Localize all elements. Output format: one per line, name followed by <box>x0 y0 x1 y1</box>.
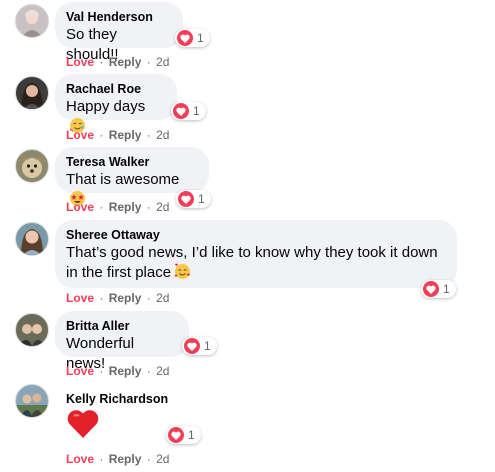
reply-button[interactable]: Reply <box>109 452 142 466</box>
separator: · <box>99 200 104 214</box>
comment-text: That is awesome <box>66 171 180 188</box>
love-button[interactable]: Love <box>66 364 94 378</box>
reaction-count: 1 <box>188 428 195 442</box>
separator: · <box>99 55 104 69</box>
reply-button[interactable]: Reply <box>109 55 142 69</box>
love-reaction-icon <box>168 427 184 443</box>
separator: · <box>146 364 151 378</box>
comment-text-row: in the first place <box>66 263 445 286</box>
comment-actions: Love · Reply · 2d <box>66 200 169 214</box>
reaction-count: 1 <box>193 104 200 118</box>
comment-text-line2: in the first place <box>66 264 172 281</box>
timestamp[interactable]: 2d <box>156 452 169 466</box>
comment-text: Happy days <box>66 98 146 115</box>
comment-actions: Love · Reply · 2d <box>66 364 169 378</box>
avatar[interactable] <box>15 76 49 110</box>
comment-bubble: Britta Aller Wonderful news! <box>55 311 189 372</box>
comment-actions: Love · Reply · 2d <box>66 452 169 466</box>
timestamp[interactable]: 2d <box>156 291 169 305</box>
love-reaction-icon <box>178 191 194 207</box>
reply-button[interactable]: Reply <box>109 128 142 142</box>
love-button[interactable]: Love <box>66 452 94 466</box>
love-reaction-icon <box>177 30 193 46</box>
reaction-badge[interactable]: 1 <box>166 426 201 444</box>
timestamp[interactable]: 2d <box>156 200 169 214</box>
timestamp[interactable]: 2d <box>156 128 169 142</box>
separator: · <box>99 364 104 378</box>
reaction-count: 1 <box>443 282 450 296</box>
separator: · <box>99 291 104 305</box>
comment-bubble: Rachael Roe Happy days <box>55 74 177 133</box>
avatar[interactable] <box>15 149 49 183</box>
comment-actions: Love · Reply · 2d <box>66 55 169 69</box>
timestamp[interactable]: 2d <box>156 364 169 378</box>
comment-author[interactable]: Britta Aller <box>66 318 177 334</box>
comment-author[interactable]: Teresa Walker <box>66 154 197 170</box>
red-heart-icon <box>66 408 100 444</box>
reply-button[interactable]: Reply <box>109 291 142 305</box>
reaction-badge[interactable]: 1 <box>176 190 211 208</box>
comment-bubble: Val Henderson So they should!! <box>55 2 183 63</box>
separator: · <box>146 291 151 305</box>
reaction-badge[interactable]: 1 <box>182 337 217 355</box>
reaction-badge[interactable]: 1 <box>171 102 206 120</box>
avatar[interactable] <box>15 222 49 256</box>
reaction-count: 1 <box>204 339 211 353</box>
love-button[interactable]: Love <box>66 291 94 305</box>
love-button[interactable]: Love <box>66 128 94 142</box>
love-reaction-icon <box>184 338 200 354</box>
comment-bubble: Sheree Ottaway That’s good news, I’d lik… <box>55 220 457 288</box>
avatar[interactable] <box>15 313 49 347</box>
love-button[interactable]: Love <box>66 55 94 69</box>
comment-author[interactable]: Rachael Roe <box>66 81 165 97</box>
reply-button[interactable]: Reply <box>109 200 142 214</box>
comment-actions: Love · Reply · 2d <box>66 291 169 305</box>
comment-author[interactable]: Sheree Ottaway <box>66 227 445 243</box>
separator: · <box>146 55 151 69</box>
separator: · <box>99 452 104 466</box>
reaction-count: 1 <box>198 192 205 206</box>
love-reaction-icon <box>173 103 189 119</box>
separator: · <box>146 200 151 214</box>
reaction-count: 1 <box>197 31 204 45</box>
comment-author[interactable]: Kelly Richardson <box>66 391 168 407</box>
reaction-badge[interactable]: 1 <box>175 29 210 47</box>
comment-actions: Love · Reply · 2d <box>66 128 169 142</box>
smiling-face-with-hearts-icon <box>174 263 191 286</box>
love-button[interactable]: Love <box>66 200 94 214</box>
avatar[interactable] <box>15 4 49 38</box>
comment-text: That’s good news, I’d like to know why t… <box>66 244 438 261</box>
comment-author[interactable]: Val Henderson <box>66 9 171 25</box>
reply-button[interactable]: Reply <box>109 364 142 378</box>
love-reaction-icon <box>423 281 439 297</box>
separator: · <box>146 128 151 142</box>
comment-bubble: Teresa Walker That is awesome <box>55 147 209 206</box>
separator: · <box>146 452 151 466</box>
avatar[interactable] <box>15 384 49 418</box>
timestamp[interactable]: 2d <box>156 55 169 69</box>
reaction-badge[interactable]: 1 <box>421 280 456 298</box>
separator: · <box>99 128 104 142</box>
